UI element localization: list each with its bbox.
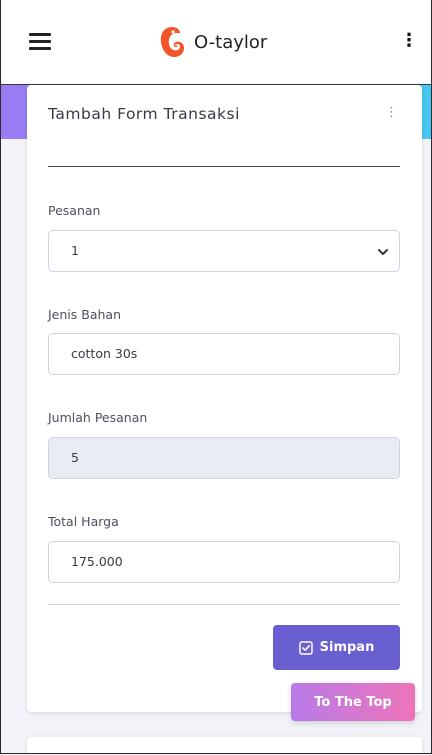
to-the-top-button[interactable]: To The Top: [291, 683, 415, 721]
total-harga-input[interactable]: 175.000: [48, 541, 400, 583]
app-title: O-taylor: [194, 31, 268, 53]
top-navbar: O-taylor ⋮: [1, 0, 431, 85]
hamburger-menu-icon[interactable]: [29, 33, 51, 50]
simpan-button[interactable]: Simpan: [273, 625, 400, 670]
jenis-bahan-input[interactable]: cotton 30s: [48, 333, 400, 375]
jumlah-pesanan-input[interactable]: 5: [48, 437, 400, 479]
brand[interactable]: O-taylor: [159, 26, 267, 58]
card-menu-icon[interactable]: ⋮: [385, 105, 398, 120]
form-title: Tambah Form Transaksi: [48, 105, 240, 123]
form-card: Tambah Form Transaksi ⋮ Pesanan 1 Jenis …: [27, 85, 422, 712]
app-frame: O-taylor ⋮ Tambah Form Transaksi ⋮ Pesan…: [0, 0, 432, 754]
pesanan-select[interactable]: 1: [48, 230, 400, 272]
pesanan-label: Pesanan: [48, 203, 101, 218]
jumlah-pesanan-label: Jumlah Pesanan: [48, 410, 148, 425]
chevron-down-icon: [378, 249, 388, 255]
check-square-icon: [298, 640, 313, 655]
pesanan-select-value: 1: [71, 243, 79, 258]
jenis-bahan-label: Jenis Bahan: [48, 307, 121, 322]
simpan-label: Simpan: [319, 640, 375, 655]
next-card: [27, 737, 422, 753]
total-harga-label: Total Harga: [48, 514, 119, 529]
chameleon-logo-icon: [160, 27, 184, 57]
form-divider: [48, 604, 400, 605]
title-divider: [48, 166, 400, 167]
more-options-icon[interactable]: ⋮: [400, 30, 418, 52]
